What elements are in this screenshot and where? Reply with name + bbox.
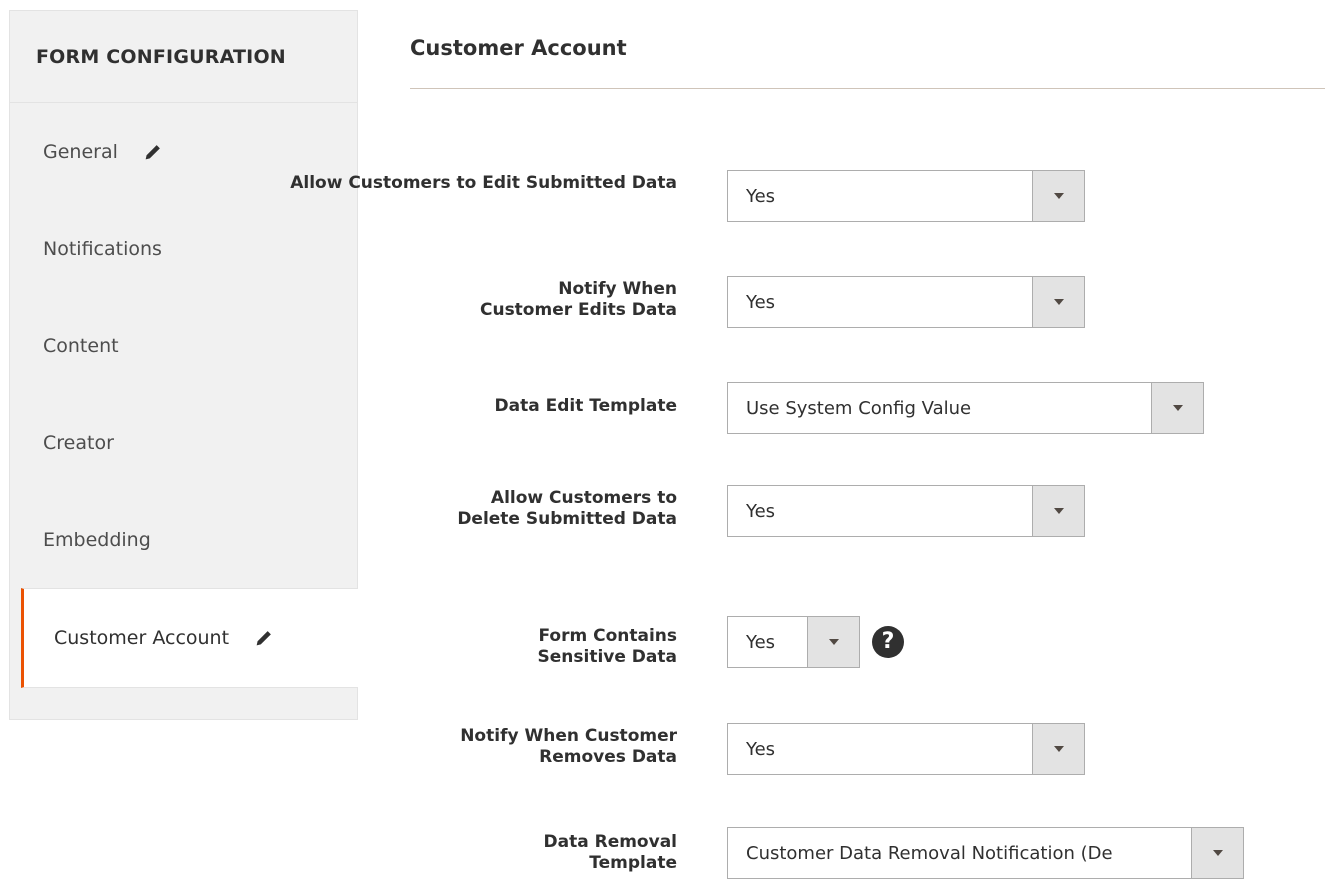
form-configuration-sidebar: FORM CONFIGURATION General Notifications…	[9, 10, 358, 720]
triangle-down-icon	[1053, 299, 1064, 305]
page: FORM CONFIGURATION General Notifications…	[0, 0, 1325, 882]
dropdown-arrow[interactable]	[1191, 828, 1243, 878]
sidebar-item-label: Customer Account	[54, 627, 230, 649]
field-label-text: Notify When Customer Removes Data	[460, 726, 677, 767]
field-label: Allow Customers to Edit Submitted Data	[290, 173, 677, 194]
sidebar-item-label: Notifications	[43, 237, 162, 260]
sidebar-header: FORM CONFIGURATION	[10, 11, 357, 103]
triangle-down-icon	[1053, 193, 1064, 199]
data-removal-template-select[interactable]: Customer Data Removal Notification (De	[727, 827, 1244, 879]
sidebar-title: FORM CONFIGURATION	[36, 45, 286, 68]
field-label: Form Contains Sensitive Data	[447, 626, 678, 668]
section-title: Customer Account	[410, 36, 627, 60]
select-value: Yes	[746, 631, 776, 653]
field-label-text: Data Edit Template	[494, 396, 677, 416]
dropdown-arrow[interactable]	[1032, 486, 1084, 536]
select-value: Yes	[746, 738, 776, 760]
notify-edit-select[interactable]: Yes	[727, 276, 1085, 328]
triangle-down-icon	[1172, 405, 1183, 411]
field-label-text: Notify When Customer Edits Data	[479, 279, 677, 320]
field-label-text: Data Removal Template	[543, 832, 678, 873]
dropdown-arrow[interactable]	[1032, 277, 1084, 327]
select-value: Yes	[746, 185, 776, 207]
select-value: Use System Config Value	[746, 397, 972, 419]
dropdown-arrow[interactable]	[1032, 171, 1084, 221]
data-edit-template-select[interactable]: Use System Config Value	[727, 382, 1204, 434]
field-label: Notify When Customer Removes Data	[447, 726, 677, 768]
field-label: Notify When Customer Edits Data	[467, 279, 677, 321]
select-value: Yes	[746, 291, 776, 313]
sidebar-item-label: Creator	[43, 431, 114, 454]
pencil-icon	[256, 631, 271, 646]
field-label: Data Edit Template	[495, 396, 677, 417]
sidebar-item-creator[interactable]: Creator	[10, 394, 357, 491]
field-label-text: Allow Customers to Delete Submitted Data	[457, 488, 677, 529]
triangle-down-icon	[828, 639, 839, 645]
allow-edit-select[interactable]: Yes	[727, 170, 1085, 222]
notify-remove-select[interactable]: Yes	[727, 723, 1085, 775]
field-label: Allow Customers to Delete Submitted Data	[457, 488, 677, 530]
pencil-icon	[145, 144, 160, 159]
triangle-down-icon	[1053, 508, 1064, 514]
triangle-down-icon	[1212, 850, 1223, 856]
help-icon[interactable]: ?	[872, 626, 904, 658]
select-value: Customer Data Removal Notification (De	[746, 842, 1113, 864]
section-divider	[410, 88, 1325, 89]
triangle-down-icon	[1053, 746, 1064, 752]
field-label-text: Form Contains Sensitive Data	[537, 626, 678, 667]
field-label: Data Removal Template	[507, 832, 678, 874]
dropdown-arrow[interactable]	[807, 617, 859, 667]
sidebar-item-content[interactable]: Content	[10, 297, 357, 394]
dropdown-arrow[interactable]	[1151, 383, 1203, 433]
sidebar-item-customer-account[interactable]: Customer Account	[21, 588, 358, 688]
allow-delete-select[interactable]: Yes	[727, 485, 1085, 537]
sensitive-data-select[interactable]: Yes	[727, 616, 860, 668]
sidebar-item-label: Embedding	[43, 528, 151, 551]
dropdown-arrow[interactable]	[1032, 724, 1084, 774]
sidebar-item-label: Content	[43, 334, 119, 357]
sidebar-item-label: General	[43, 140, 118, 163]
select-value: Yes	[746, 500, 776, 522]
sidebar-item-embedding[interactable]: Embedding	[10, 491, 357, 588]
field-label-text: Allow Customers to Edit Submitted Data	[290, 173, 677, 193]
sidebar-item-notifications[interactable]: Notifications	[10, 200, 357, 297]
